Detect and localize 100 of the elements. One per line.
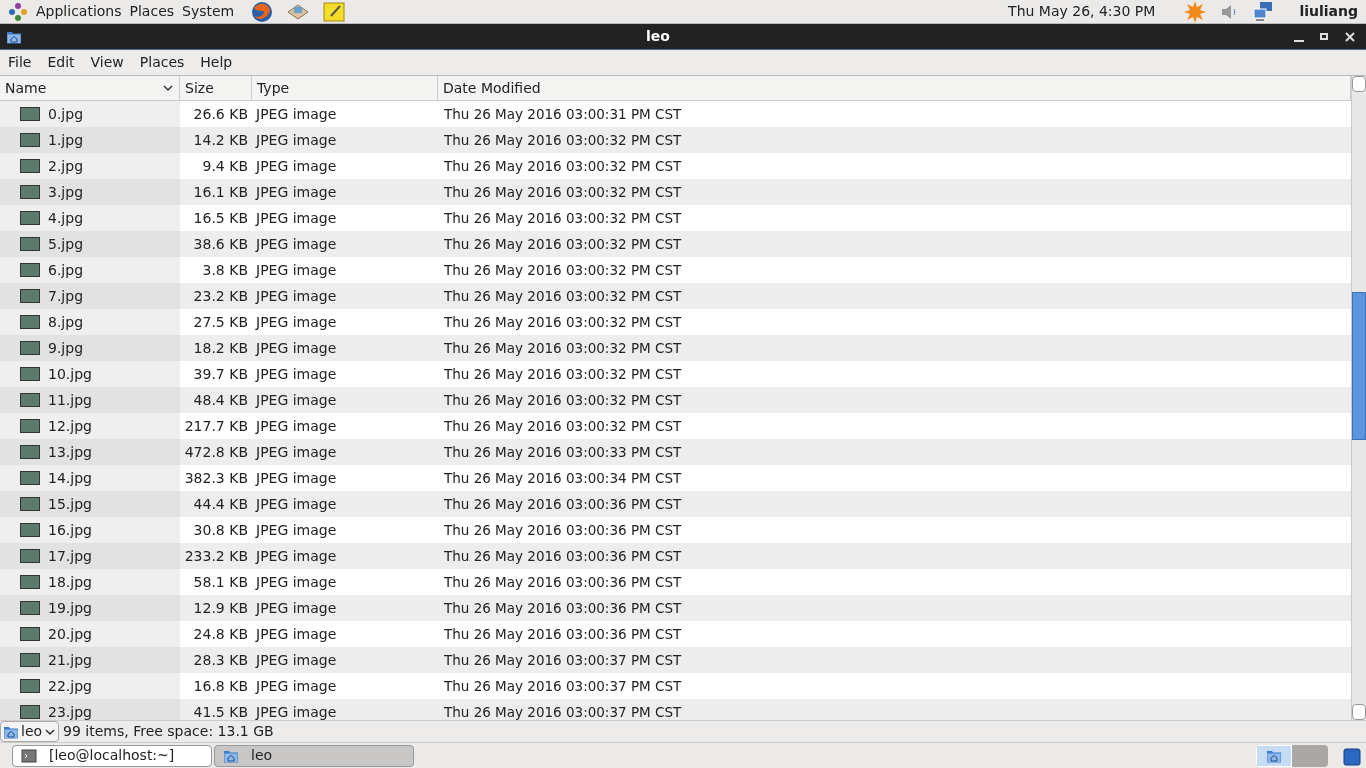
file-size: 23.2 KB <box>192 286 249 306</box>
scrollbar-thumb[interactable] <box>1352 292 1366 440</box>
file-name[interactable]: 5.jpg <box>48 233 84 255</box>
date-modified: Thu 26 May 2016 03:00:32 PM CST <box>443 130 682 150</box>
file-size: 48.4 KB <box>192 390 249 410</box>
file-type: JPEG image <box>254 624 338 644</box>
location-dropdown[interactable]: leo <box>0 721 60 742</box>
image-thumbnail <box>20 315 40 329</box>
scrollbar[interactable] <box>1351 76 1366 720</box>
file-size: 30.8 KB <box>192 520 249 540</box>
panel-menu[interactable]: Applications <box>36 1 122 22</box>
file-type: JPEG image <box>254 260 338 280</box>
date-modified: Thu 26 May 2016 03:00:34 PM CST <box>443 468 682 488</box>
menu-item[interactable]: File <box>8 52 32 73</box>
image-thumbnail <box>20 133 40 147</box>
image-thumbnail <box>20 575 40 589</box>
date-modified: Thu 26 May 2016 03:00:36 PM CST <box>443 520 682 540</box>
date-modified: Thu 26 May 2016 03:00:37 PM CST <box>443 650 682 670</box>
file-type: JPEG image <box>254 182 338 202</box>
panel-menu[interactable]: System <box>182 1 235 22</box>
image-thumbnail <box>20 523 40 537</box>
date-modified: Thu 26 May 2016 03:00:32 PM CST <box>443 312 682 332</box>
file-type: JPEG image <box>254 702 338 720</box>
file-type: JPEG image <box>254 676 338 696</box>
file-size: 16.8 KB <box>192 676 249 696</box>
date-modified: Thu 26 May 2016 03:00:33 PM CST <box>443 442 682 462</box>
file-type: JPEG image <box>254 468 338 488</box>
file-name[interactable]: 2.jpg <box>48 155 84 177</box>
image-thumbnail <box>20 211 40 225</box>
globe-browser-icon[interactable] <box>250 0 275 24</box>
image-thumbnail <box>20 679 40 693</box>
menu-item[interactable]: View <box>90 52 124 73</box>
file-type: JPEG image <box>254 650 338 670</box>
minimize-icon[interactable] <box>1294 39 1304 42</box>
clock[interactable]: Thu May 26, 4:30 PM <box>1008 1 1156 22</box>
notepad-pencil-icon[interactable] <box>322 0 347 24</box>
file-size: 382.3 KB <box>183 468 249 488</box>
image-thumbnail <box>20 705 40 719</box>
file-size: 3.8 KB <box>201 260 249 280</box>
date-modified: Thu 26 May 2016 03:00:32 PM CST <box>443 364 682 384</box>
image-thumbnail <box>20 341 40 355</box>
file-size: 9.4 KB <box>201 156 249 176</box>
column-header[interactable]: Size <box>180 76 252 100</box>
file-type: JPEG image <box>254 572 338 592</box>
image-thumbnail <box>20 237 40 251</box>
column-header[interactable]: Type <box>252 76 438 100</box>
file-name[interactable]: 0.jpg <box>48 103 84 125</box>
file-size: 12.9 KB <box>192 598 249 618</box>
menu-item[interactable]: Places <box>139 52 185 73</box>
column-header[interactable]: Name <box>0 76 180 100</box>
close-icon[interactable] <box>1344 30 1356 43</box>
date-modified: Thu 26 May 2016 03:00:36 PM CST <box>443 598 682 618</box>
menu-item[interactable]: Help <box>200 52 233 73</box>
workspace-button[interactable] <box>1256 744 1292 767</box>
date-modified: Thu 26 May 2016 03:00:32 PM CST <box>443 182 682 202</box>
chevron-down-icon <box>162 82 174 94</box>
file-type: JPEG image <box>254 338 338 358</box>
file-name[interactable]: 7.jpg <box>48 285 84 307</box>
image-thumbnail <box>20 393 40 407</box>
image-thumbnail <box>20 627 40 641</box>
file-size: 28.3 KB <box>192 650 249 670</box>
date-modified: Thu 26 May 2016 03:00:32 PM CST <box>443 260 682 280</box>
date-modified: Thu 26 May 2016 03:00:36 PM CST <box>443 624 682 644</box>
file-type: JPEG image <box>254 286 338 306</box>
file-size: 16.1 KB <box>192 182 249 202</box>
date-modified: Thu 26 May 2016 03:00:36 PM CST <box>443 572 682 592</box>
file-name[interactable]: 3.jpg <box>48 181 84 203</box>
file-name[interactable]: 1.jpg <box>48 129 84 151</box>
file-size: 38.6 KB <box>192 234 249 254</box>
date-modified: Thu 26 May 2016 03:00:37 PM CST <box>443 702 682 720</box>
terminal-icon <box>21 747 37 764</box>
date-modified: Thu 26 May 2016 03:00:37 PM CST <box>443 676 682 696</box>
status-text: 99 items, Free space: 13.1 GB <box>63 722 274 741</box>
panel-menu[interactable]: Places <box>129 1 175 22</box>
file-size: 26.6 KB <box>192 104 249 124</box>
date-modified: Thu 26 May 2016 03:00:32 PM CST <box>443 416 682 436</box>
menu-item[interactable]: Edit <box>47 52 75 73</box>
image-thumbnail <box>20 185 40 199</box>
image-thumbnail <box>20 367 40 381</box>
file-size: 472.8 KB <box>183 442 249 462</box>
file-name[interactable]: 4.jpg <box>48 207 84 229</box>
maximize-icon[interactable] <box>1320 33 1328 40</box>
file-name[interactable]: 6.jpg <box>48 259 84 281</box>
user-name[interactable]: liuliang <box>1299 1 1358 22</box>
taskbar-window-button[interactable]: leo <box>214 744 414 767</box>
date-modified: Thu 26 May 2016 03:00:32 PM CST <box>443 234 682 254</box>
file-size: 16.5 KB <box>192 208 249 228</box>
taskbar-window-button[interactable]: [leo@localhost:~] <box>12 744 212 767</box>
file-size: 24.8 KB <box>192 624 249 644</box>
date-modified: Thu 26 May 2016 03:00:32 PM CST <box>443 208 682 228</box>
trash-icon[interactable] <box>1342 745 1362 766</box>
date-modified: Thu 26 May 2016 03:00:32 PM CST <box>443 286 682 306</box>
date-modified: Thu 26 May 2016 03:00:31 PM CST <box>443 104 682 124</box>
file-type: JPEG image <box>254 598 338 618</box>
date-modified: Thu 26 May 2016 03:00:32 PM CST <box>443 156 682 176</box>
file-name[interactable]: 8.jpg <box>48 311 84 333</box>
window-title: leo <box>645 27 671 46</box>
file-name[interactable]: 9.jpg <box>48 337 84 359</box>
file-type: JPEG image <box>254 312 338 332</box>
image-thumbnail <box>20 497 40 511</box>
